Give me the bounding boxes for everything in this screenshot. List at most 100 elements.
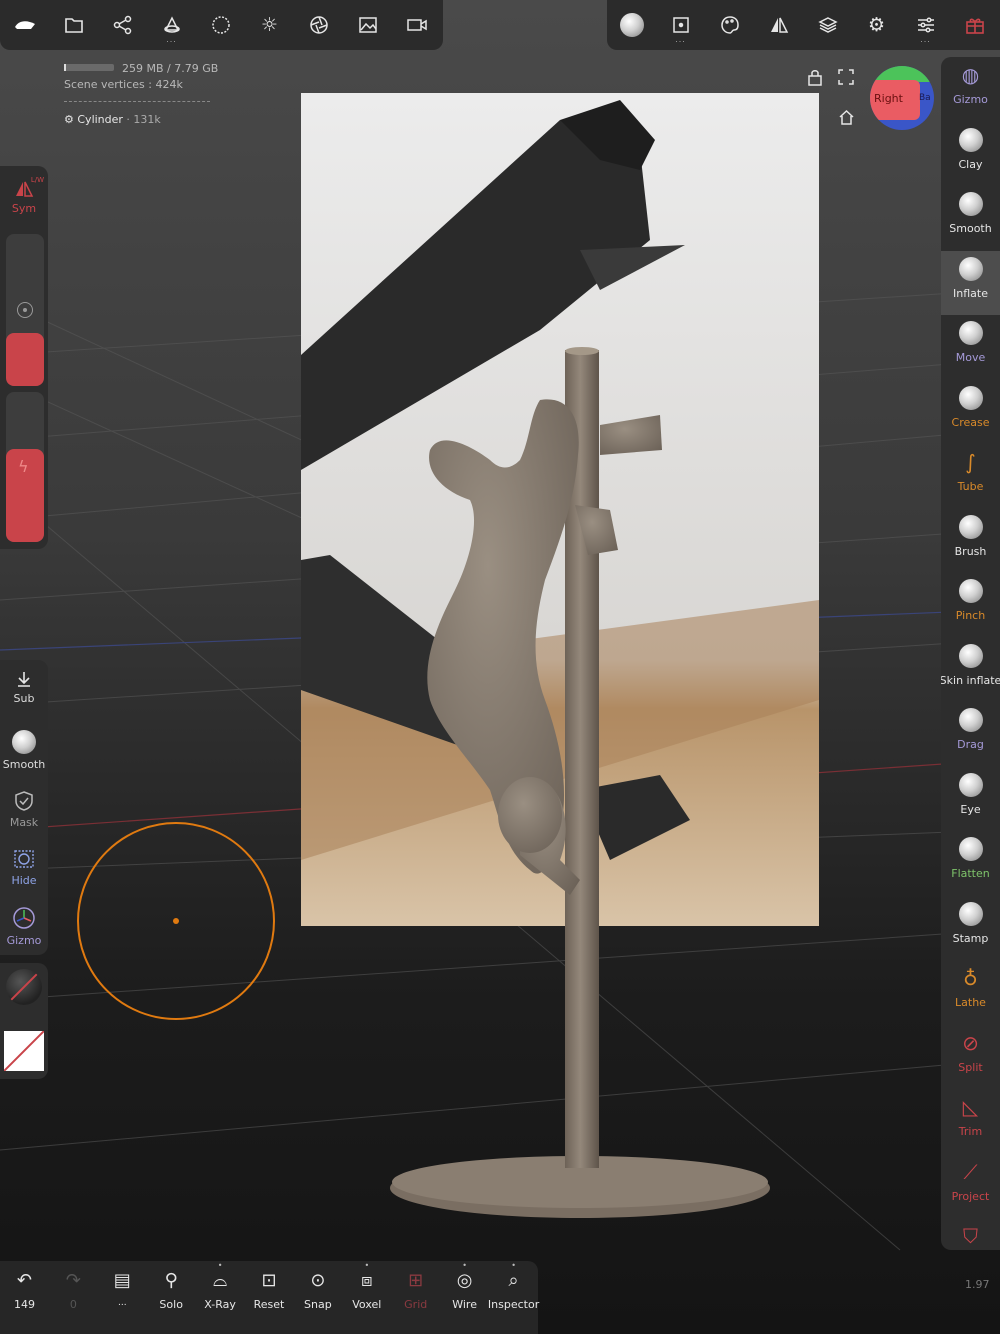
skin-inflate-sphere-icon: [958, 643, 983, 668]
subdivide-label: Sub: [13, 692, 35, 705]
tool-tube[interactable]: ∫ Tube: [941, 444, 1000, 508]
wire-label: Wire: [452, 1298, 477, 1311]
smooth-sphere-icon: [958, 192, 983, 216]
hide-grid-icon: [14, 850, 34, 868]
brush-sphere-icon[interactable]: [607, 0, 656, 50]
tool-label: Inflate: [953, 286, 988, 300]
drag-sphere-icon: [958, 708, 983, 732]
layers-icon[interactable]: [803, 0, 852, 50]
grid-button[interactable]: ⊞ Grid: [391, 1261, 440, 1334]
smooth-quick-label: Smooth: [2, 758, 46, 771]
video-camera-icon[interactable]: [392, 0, 441, 50]
mask-button[interactable]: Mask: [0, 790, 48, 829]
smooth-quick-button[interactable]: Smooth: [0, 730, 48, 771]
document-icon: ▤: [113, 1270, 131, 1291]
reset-label: Reset: [253, 1298, 285, 1311]
grid-icon: ⊞: [408, 1270, 424, 1291]
tool-eye[interactable]: Eye: [941, 767, 1000, 831]
tool-smooth[interactable]: Smooth: [941, 186, 1000, 250]
tool-label: Brush: [954, 544, 987, 558]
left-tools-panel: Sub Smooth Mask Hide Gizmo: [0, 660, 48, 955]
symmetry-superscript: L/W: [30, 176, 44, 184]
reset-button[interactable]: ⊡ Reset: [245, 1261, 294, 1334]
tool-trim[interactable]: ◺ Trim: [941, 1089, 1000, 1153]
tool-drag[interactable]: Drag: [941, 702, 1000, 766]
intensity-slider[interactable]: ϟ: [6, 392, 44, 542]
radius-slider-fill: [6, 332, 44, 386]
gizmo-face-right[interactable]: Right: [874, 92, 903, 105]
tool-extra[interactable]: ⛉: [941, 1218, 1000, 1250]
undo-button[interactable]: ↶ 149: [0, 1261, 49, 1334]
sun-icon[interactable]: ☼: [245, 0, 294, 50]
camera-aperture-icon[interactable]: [294, 0, 343, 50]
wire-more-dot: •: [462, 1261, 467, 1270]
voxel-more-dot: •: [364, 1261, 370, 1270]
tool-skin-inflate[interactable]: Skin inflate: [941, 638, 1000, 702]
tool-brush[interactable]: Brush: [941, 509, 1000, 573]
tool-gizmo[interactable]: ◍ Gizmo: [941, 57, 1000, 121]
xray-glasses-icon: ⌓: [212, 1270, 228, 1291]
tool-project[interactable]: ⟋ Project: [941, 1154, 1000, 1218]
tool-stamp[interactable]: Stamp: [941, 896, 1000, 960]
voxel-button[interactable]: • ⧈ Voxel: [342, 1261, 391, 1334]
trim-icon: ◺: [962, 1095, 979, 1119]
tool-label: Smooth: [949, 222, 992, 235]
shapes-icon[interactable]: ...: [147, 0, 196, 50]
tool-label: Pinch: [955, 609, 986, 622]
memory-usage: 259 MB / 7.79 GB: [122, 62, 219, 75]
xray-label: X-Ray: [204, 1298, 236, 1311]
nomad-logo-icon[interactable]: [0, 0, 49, 50]
folder-icon[interactable]: [49, 0, 98, 50]
tool-lathe[interactable]: ♁ Lathe: [941, 960, 1000, 1024]
sliders-icon[interactable]: ...: [901, 0, 950, 50]
settings-gear-icon[interactable]: ⚙: [852, 0, 901, 50]
radius-slider[interactable]: [6, 234, 44, 386]
tool-clay[interactable]: Clay: [941, 122, 1000, 186]
gizmo-quick-button[interactable]: Gizmo: [0, 906, 48, 947]
view-gizmo-cube[interactable]: Right Ba: [870, 66, 934, 130]
home-icon[interactable]: [838, 109, 855, 129]
gizmo-face-back[interactable]: Ba: [919, 93, 931, 103]
gizmo-quick-label: Gizmo: [6, 934, 42, 947]
hide-button[interactable]: Hide: [0, 848, 48, 887]
tool-flatten[interactable]: Flatten: [941, 831, 1000, 895]
scene-graph-icon[interactable]: [98, 0, 147, 50]
symmetry-toggle[interactable]: L/W Sym: [0, 174, 48, 224]
gift-icon[interactable]: [950, 0, 999, 50]
tool-split[interactable]: ⊘ Split: [941, 1025, 1000, 1089]
stroke-settings-icon[interactable]: ...: [656, 0, 705, 50]
tool-label: Skin inflate: [941, 673, 1000, 687]
symmetry-icon[interactable]: [754, 0, 803, 50]
tool-label: Drag: [957, 738, 984, 751]
viewport-3d[interactable]: [0, 0, 1000, 1334]
tool-pinch[interactable]: Pinch: [941, 573, 1000, 637]
undo-icon: ↶: [16, 1270, 32, 1291]
palette-icon[interactable]: [705, 0, 754, 50]
inspector-more-dot: •: [511, 1261, 516, 1270]
tool-crease[interactable]: Crease: [941, 380, 1000, 444]
tool-move[interactable]: Move: [941, 315, 1000, 379]
inspector-icon: ⌕: [508, 1270, 519, 1291]
tool-label: Flatten: [951, 867, 990, 880]
lock-icon[interactable]: [807, 69, 823, 90]
image-icon[interactable]: [343, 0, 392, 50]
stroke-more-label: ...: [675, 35, 686, 44]
tool-label: Project: [951, 1189, 990, 1203]
tool-inflate[interactable]: Inflate: [941, 250, 1000, 315]
grid-label: Grid: [404, 1298, 428, 1311]
solo-button[interactable]: ⚲ Solo: [147, 1261, 196, 1334]
wire-button[interactable]: • ◎ Wire: [440, 1261, 489, 1334]
snap-button[interactable]: ⊙ Snap: [293, 1261, 342, 1334]
inspector-button[interactable]: • ⌕ Inspector: [488, 1261, 539, 1334]
color-swatch[interactable]: [3, 1030, 45, 1072]
subdivide-button[interactable]: Sub: [0, 670, 48, 705]
fullscreen-icon[interactable]: [838, 69, 854, 89]
xray-button[interactable]: • ⌓ X-Ray: [196, 1261, 245, 1334]
redo-button[interactable]: ↷ 0: [49, 1261, 98, 1334]
document-button[interactable]: ▤ ...: [98, 1261, 147, 1334]
voxel-cubes-icon: ⧈: [361, 1270, 373, 1291]
material-sphere-icon[interactable]: [196, 0, 245, 50]
tool-label: Clay: [958, 157, 983, 171]
material-sphere-swatch[interactable]: [6, 969, 42, 1005]
shapes-more-label: ...: [166, 35, 177, 44]
